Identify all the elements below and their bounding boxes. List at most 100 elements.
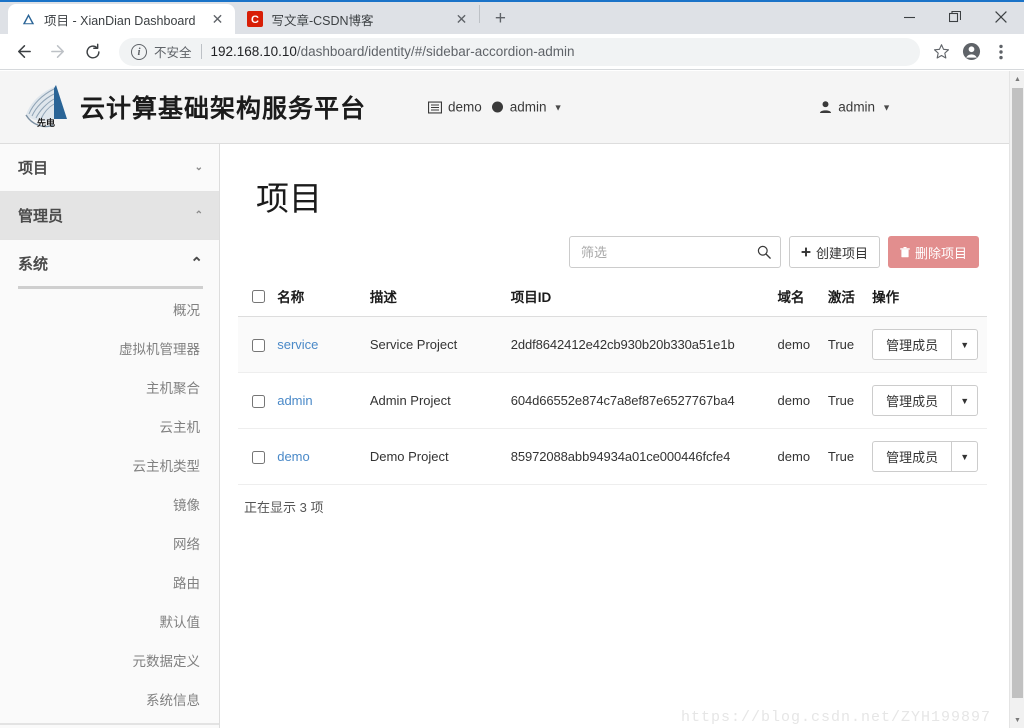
row-checkbox[interactable]: [252, 451, 265, 465]
scrollbar-thumb[interactable]: [1012, 88, 1023, 698]
project-link[interactable]: service: [277, 337, 318, 352]
row-actions-cell: 管理成员 ▼: [866, 372, 987, 429]
row-domain-cell: demo: [771, 372, 822, 429]
row-name-cell: service: [271, 316, 364, 373]
browser-toolbar: i 不安全 192.168.10.10/dashboard/identity/#…: [0, 34, 1024, 70]
header-name[interactable]: 名称: [271, 278, 364, 317]
row-checkbox[interactable]: [252, 395, 265, 409]
minimize-icon[interactable]: [886, 0, 932, 34]
manage-members-split-button: 管理成员 ▼: [872, 441, 979, 472]
sidebar-item-images[interactable]: 镜像: [0, 484, 219, 523]
sidebar-section-label: 系统: [18, 255, 49, 273]
sidebar-item-label: 云主机类型: [132, 458, 201, 474]
dashboard-header: 先电 云计算基础架构服务平台 demo admin ▼ admin ▼: [0, 71, 1009, 144]
context-switcher[interactable]: demo admin ▼: [428, 100, 562, 115]
svg-text:先电: 先电: [37, 117, 55, 129]
header-description[interactable]: 描述: [363, 278, 505, 317]
manage-members-button[interactable]: 管理成员: [872, 385, 952, 416]
sidebar-item-networks[interactable]: 网络: [0, 523, 219, 562]
sidebar-group-identity[interactable]: 身份管理 ⌄: [0, 724, 219, 728]
sidebar-item-instances[interactable]: 云主机: [0, 406, 219, 445]
trash-icon: [900, 246, 910, 258]
sidebar-section-system[interactable]: 系统 ⌃: [0, 240, 219, 286]
address-bar[interactable]: i 不安全 192.168.10.10/dashboard/identity/#…: [119, 37, 920, 66]
tab-title: 写文章-CSDN博客: [271, 13, 374, 28]
search-icon[interactable]: [757, 245, 771, 259]
star-icon[interactable]: [926, 37, 956, 67]
sidebar-item-hypervisors[interactable]: 虚拟机管理器: [0, 328, 219, 367]
sidebar-item-label: 系统信息: [146, 692, 200, 708]
chevron-down-icon[interactable]: ▼: [882, 102, 891, 112]
url-host: 192.168.10.10: [210, 44, 297, 59]
dashboard-body: 项目 ⌄ 管理员 ⌃ 系统 ⌃ 概况 虚拟机管理器 主机聚合 云主机 云主机类型…: [0, 144, 1009, 728]
sidebar-group-project[interactable]: 项目 ⌄: [0, 144, 219, 192]
maximize-icon[interactable]: [932, 0, 978, 34]
search-input[interactable]: [578, 243, 753, 261]
table-row[interactable]: service Service Project 2ddf8642412e42cb…: [238, 316, 987, 373]
reload-icon[interactable]: [78, 37, 108, 67]
scroll-down-arrow-icon[interactable]: ▼: [1010, 712, 1024, 728]
kebab-menu-icon[interactable]: [986, 37, 1016, 67]
row-enabled-cell: True: [821, 428, 867, 485]
project-link[interactable]: demo: [277, 449, 310, 464]
info-circle-icon[interactable]: i: [131, 43, 147, 60]
row-actions-cell: 管理成员 ▼: [866, 428, 987, 485]
browser-window: 项目 - XianDian Dashboard ✕ C 写文章-CSDN博客 ✕…: [0, 0, 1024, 728]
row-enabled-cell: True: [821, 316, 867, 373]
table-row[interactable]: demo Demo Project 85972088abb94934a01ce0…: [238, 428, 987, 485]
sidebar-group-label: 管理员: [18, 208, 64, 225]
manage-members-button[interactable]: 管理成员: [872, 441, 952, 472]
row-name-cell: demo: [271, 428, 364, 485]
page-scrollbar[interactable]: ▲ ▼: [1009, 71, 1024, 728]
security-label: 不安全: [154, 46, 192, 60]
sidebar-item-defaults[interactable]: 默认值: [0, 601, 219, 640]
user-icon: [819, 101, 832, 114]
sidebar-item-label: 云主机: [159, 419, 201, 435]
chevron-down-icon: ⌄: [194, 162, 203, 173]
user-menu[interactable]: admin ▼: [819, 100, 891, 115]
project-link[interactable]: admin: [277, 393, 312, 408]
sidebar-item-label: 主机聚合: [146, 380, 200, 396]
close-icon[interactable]: ✕: [209, 11, 225, 27]
user-name: admin: [838, 99, 876, 115]
table-row[interactable]: admin Admin Project 604d66552e874c7a8ef8…: [238, 372, 987, 429]
sidebar-item-overview[interactable]: 概况: [0, 289, 219, 328]
close-icon[interactable]: [978, 0, 1024, 34]
delete-project-button[interactable]: 删除项目: [887, 236, 979, 268]
forward-icon[interactable]: [43, 37, 73, 67]
new-tab-button[interactable]: +: [486, 4, 514, 32]
select-all-checkbox[interactable]: [252, 290, 265, 304]
sidebar-item-system-information[interactable]: 系统信息: [0, 679, 219, 718]
row-checkbox[interactable]: [252, 339, 265, 353]
header-enabled[interactable]: 激活: [821, 278, 867, 317]
chevron-up-icon: ⌃: [194, 210, 203, 221]
create-project-button[interactable]: 创建项目: [788, 236, 880, 268]
manage-members-button[interactable]: 管理成员: [872, 329, 952, 360]
sidebar-item-routers[interactable]: 路由: [0, 562, 219, 601]
sidebar-item-metadata-definitions[interactable]: 元数据定义: [0, 640, 219, 679]
row-name-cell: admin: [271, 372, 364, 429]
browser-tab-inactive[interactable]: C 写文章-CSDN博客 ✕: [235, 4, 480, 34]
row-description-cell: Demo Project: [363, 428, 505, 485]
chevron-down-icon[interactable]: ▼: [554, 102, 563, 112]
toolbar-right: [926, 37, 1016, 67]
row-domain-cell: demo: [771, 316, 822, 373]
sidebar-group-admin[interactable]: 管理员 ⌃: [0, 192, 219, 240]
profile-avatar-icon[interactable]: [956, 37, 986, 67]
browser-tab-active[interactable]: 项目 - XianDian Dashboard ✕: [8, 4, 236, 34]
close-icon[interactable]: ✕: [453, 11, 469, 27]
header-project-id[interactable]: 项目ID: [504, 278, 772, 317]
sidebar-item-host-aggregates[interactable]: 主机聚合: [0, 367, 219, 406]
sidebar-item-flavors[interactable]: 云主机类型: [0, 445, 219, 484]
filter-box[interactable]: [568, 236, 781, 268]
scroll-up-arrow-icon[interactable]: ▲: [1010, 71, 1024, 87]
context-domain-label: admin: [509, 99, 547, 115]
header-domain[interactable]: 域名: [771, 278, 822, 317]
url-divider: [200, 44, 202, 59]
table-actions: 创建项目 删除项目: [238, 236, 979, 268]
back-icon[interactable]: [8, 37, 38, 67]
actions-dropdown-toggle[interactable]: ▼: [951, 385, 979, 416]
actions-dropdown-toggle[interactable]: ▼: [951, 441, 979, 472]
select-all-header: [238, 278, 272, 317]
actions-dropdown-toggle[interactable]: ▼: [951, 329, 979, 360]
